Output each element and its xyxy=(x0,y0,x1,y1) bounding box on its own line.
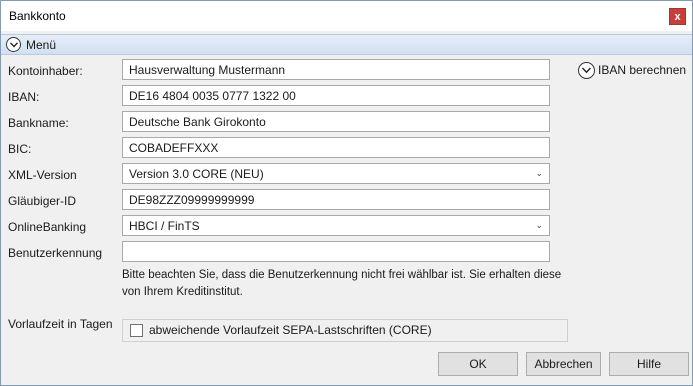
lead-time-label: Vorlaufzeit in Tagen xyxy=(8,317,113,331)
chevron-down-icon[interactable] xyxy=(578,62,595,79)
bank-name-input[interactable]: Deutsche Bank Girokonto xyxy=(122,111,550,132)
chevron-down-icon[interactable]: ⌄ xyxy=(535,220,543,231)
help-button[interactable]: Hilfe xyxy=(609,352,689,376)
username-input[interactable] xyxy=(122,241,550,262)
bic-label: BIC: xyxy=(8,142,32,156)
title-bar: Bankkonto x xyxy=(1,1,692,31)
username-note: Bitte beachten Sie, dass die Benutzerken… xyxy=(122,269,562,298)
xml-version-label: XML-Version xyxy=(8,168,77,182)
bic-input[interactable]: COBADEFFXXX xyxy=(122,137,550,158)
bank-name-label: Bankname: xyxy=(8,116,69,130)
cancel-button[interactable]: Abbrechen xyxy=(526,352,601,376)
lead-time-group: abweichende Vorlaufzeit SEPA-Lastschrift… xyxy=(122,319,568,342)
bank-account-dialog: Bankkonto x Menü Kontoinhaber: Hausverwa… xyxy=(0,0,693,386)
creditor-id-label: Gläubiger-ID xyxy=(8,194,77,208)
online-banking-label: OnlineBanking xyxy=(8,220,87,234)
creditor-id-input[interactable]: DE98ZZZ09999999999 xyxy=(122,189,550,210)
window-title: Bankkonto xyxy=(9,9,66,23)
iban-input[interactable]: DE16 4804 0035 0777 1322 00 xyxy=(122,85,550,106)
online-banking-value: HBCI / FinTS xyxy=(129,219,200,233)
lead-time-checkbox[interactable] xyxy=(130,324,143,337)
chevron-down-icon[interactable] xyxy=(6,37,21,52)
close-button[interactable]: x xyxy=(669,8,686,25)
xml-version-select[interactable]: Version 3.0 CORE (NEU) ⌄ xyxy=(122,163,550,184)
iban-calculate-label[interactable]: IBAN berechnen xyxy=(598,63,686,77)
chevron-down-icon[interactable]: ⌄ xyxy=(535,168,543,179)
menu-bar[interactable]: Menü xyxy=(1,34,692,55)
menu-label[interactable]: Menü xyxy=(26,38,56,52)
account-holder-input[interactable]: Hausverwaltung Mustermann xyxy=(122,59,550,80)
lead-time-checkbox-label[interactable]: abweichende Vorlaufzeit SEPA-Lastschrift… xyxy=(149,323,432,337)
iban-label: IBAN: xyxy=(8,90,40,104)
username-label: Benutzerkennung xyxy=(8,246,103,260)
online-banking-select[interactable]: HBCI / FinTS ⌄ xyxy=(122,215,550,236)
xml-version-value: Version 3.0 CORE (NEU) xyxy=(129,167,264,181)
ok-button[interactable]: OK xyxy=(438,352,518,376)
account-holder-label: Kontoinhaber: xyxy=(8,64,83,78)
